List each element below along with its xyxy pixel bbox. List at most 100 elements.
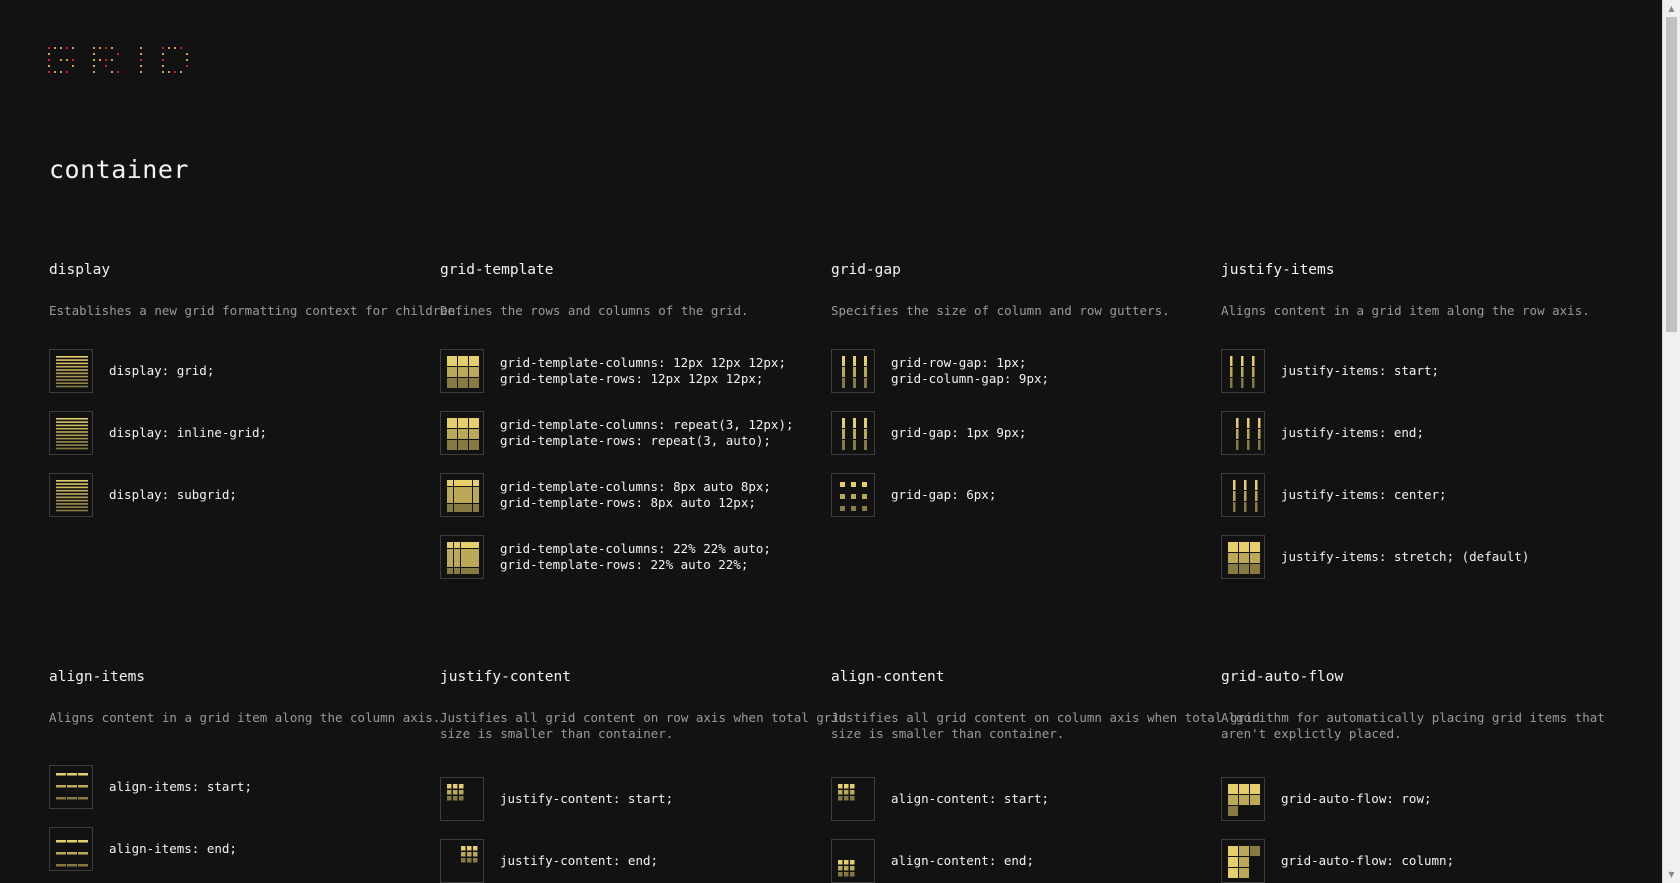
logo-dot [111, 47, 113, 49]
logo-dot [186, 65, 188, 67]
logo-dot [93, 53, 95, 55]
logo-dot [72, 47, 74, 49]
property-example[interactable]: display: grid; [49, 349, 429, 395]
property-example[interactable]: justify-items: start; [1221, 349, 1601, 395]
logo-dot [48, 53, 50, 55]
horizontal-lines-icon [49, 473, 93, 517]
logo-dots [48, 47, 188, 73]
code-snippet: align-items: end; [109, 841, 237, 856]
property-example[interactable]: justify-items: stretch; (default) [1221, 535, 1601, 581]
page-title: container [49, 155, 189, 184]
code-snippet: grid-template-columns: 22% 22% auto; gri… [500, 541, 771, 572]
property-example[interactable]: grid-template-columns: repeat(3, 12px); … [440, 411, 820, 457]
section-description: Justifies all grid content on row axis w… [440, 710, 847, 741]
property-example[interactable]: justify-items: end; [1221, 411, 1601, 457]
logo-dot [105, 59, 107, 61]
property-example[interactable]: align-items: start; [49, 765, 429, 811]
vertical-scrollbar[interactable]: ▲ ▼ [1662, 0, 1680, 883]
section-title: align-content [831, 669, 945, 685]
property-example[interactable]: grid-row-gap: 1px; grid-column-gap: 9px; [831, 349, 1211, 395]
logo-dot [105, 47, 107, 49]
code-snippet: justify-items: stretch; (default) [1281, 549, 1530, 564]
logo-dot [99, 47, 101, 49]
logo[interactable] [48, 45, 198, 85]
logo-dot [180, 71, 182, 73]
logo-dot [54, 47, 56, 49]
property-example[interactable]: align-items: end; [49, 827, 429, 873]
page: container display Establishes a new grid … [0, 0, 1662, 883]
code-snippet: align-content: start; [891, 791, 1050, 806]
code-snippet: display: subgrid; [109, 487, 237, 502]
logo-dot [48, 59, 50, 61]
logo-dot [117, 71, 119, 73]
property-example[interactable]: grid-gap: 6px; [831, 473, 1211, 519]
logo-dot [60, 59, 62, 61]
property-example[interactable]: grid-template-columns: 22% 22% auto; gri… [440, 535, 820, 581]
code-snippet: grid-gap: 1px 9px; [891, 425, 1027, 440]
property-example[interactable]: grid-template-columns: 12px 12px 12px; g… [440, 349, 820, 395]
auto-flow-row-icon [1221, 777, 1265, 821]
code-snippet: justify-items: start; [1281, 363, 1440, 378]
logo-dot [162, 71, 164, 73]
section-title: justify-content [440, 669, 571, 685]
logo-dot [180, 47, 182, 49]
logo-dot [162, 53, 164, 55]
code-snippet: grid-template-columns: 12px 12px 12px; g… [500, 355, 786, 386]
grid-3x3-icon [440, 411, 484, 455]
bars-center-icon [1221, 473, 1265, 517]
logo-dot [48, 65, 50, 67]
dashes-start-icon [49, 765, 93, 809]
grid-center-large-icon [440, 473, 484, 517]
logo-dot [174, 71, 176, 73]
property-example[interactable]: justify-content: end; [440, 839, 820, 883]
section-title: align-items [49, 669, 146, 685]
property-example[interactable]: display: inline-grid; [49, 411, 429, 457]
logo-dot [93, 47, 95, 49]
horizontal-lines-icon [49, 411, 93, 455]
code-snippet: grid-template-columns: repeat(3, 12px); … [500, 417, 794, 448]
logo-dot [140, 65, 142, 67]
horizontal-lines-icon [49, 349, 93, 393]
section-description: Justifies all grid content on column axi… [831, 710, 1260, 741]
property-example[interactable]: align-content: end; [831, 839, 1211, 883]
logo-dot [93, 65, 95, 67]
vertical-bars-icon [831, 411, 875, 455]
logo-dot [140, 53, 142, 55]
logo-dot [186, 53, 188, 55]
section-description: Defines the rows and columns of the grid… [440, 303, 749, 318]
code-snippet: align-content: end; [891, 853, 1034, 868]
bars-end-icon [1221, 411, 1265, 455]
grid-3x3-icon [440, 349, 484, 393]
scroll-up-icon[interactable]: ▲ [1663, 0, 1680, 17]
section-title: grid-template [440, 262, 554, 278]
small-grid-bottom-icon [831, 839, 875, 883]
logo-dot [48, 71, 50, 73]
logo-dot [111, 71, 113, 73]
property-example[interactable]: display: subgrid; [49, 473, 429, 519]
spaced-squares-icon [831, 473, 875, 517]
code-snippet: justify-content: start; [500, 791, 674, 806]
property-example[interactable]: justify-items: center; [1221, 473, 1601, 519]
logo-dot [66, 59, 68, 61]
code-snippet: display: grid; [109, 363, 215, 378]
logo-dot [174, 47, 176, 49]
property-example[interactable]: grid-template-columns: 8px auto 8px; gri… [440, 473, 820, 519]
grid-3x3-icon [1221, 535, 1265, 579]
scrollbar-thumb[interactable] [1666, 17, 1677, 332]
dashes-end-icon [49, 827, 93, 871]
property-example[interactable]: grid-auto-flow: column; [1221, 839, 1601, 883]
code-snippet: justify-items: end; [1281, 425, 1424, 440]
property-example[interactable]: grid-auto-flow: row; [1221, 777, 1601, 823]
property-example[interactable]: align-content: start; [831, 777, 1211, 823]
section-description: Aligns content in a grid item along the … [1221, 303, 1590, 318]
code-snippet: display: inline-grid; [109, 425, 268, 440]
scroll-down-icon[interactable]: ▼ [1663, 866, 1680, 883]
logo-dot [105, 65, 107, 67]
logo-dot [111, 59, 113, 61]
property-example[interactable]: justify-content: start; [440, 777, 820, 823]
section-title: display [49, 262, 111, 278]
section-description: Algorithm for automatically placing grid… [1221, 710, 1605, 741]
property-example[interactable]: grid-gap: 1px 9px; [831, 411, 1211, 457]
auto-flow-column-icon [1221, 839, 1265, 883]
logo-dot [66, 71, 68, 73]
